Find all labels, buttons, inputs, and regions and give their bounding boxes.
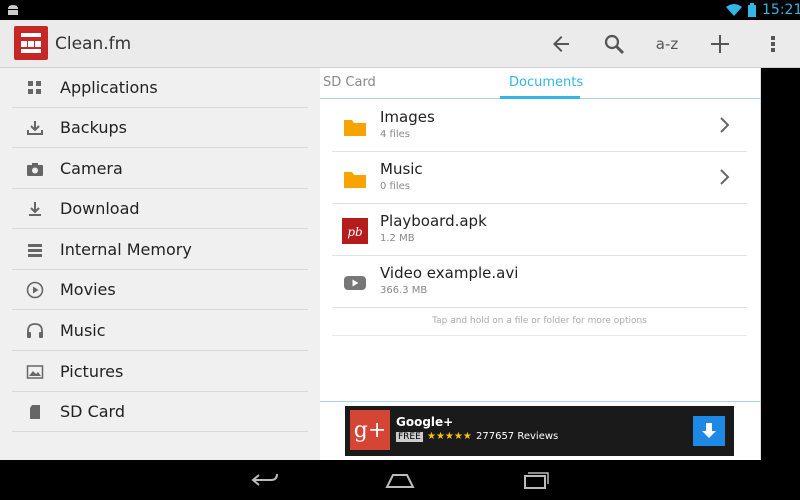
storage-icon: [26, 241, 44, 259]
ad-free-badge: FREE: [396, 432, 423, 442]
sidebar-item-label: Download: [60, 199, 140, 218]
search-icon: [604, 34, 625, 55]
wifi-icon: [726, 4, 742, 16]
tab-sd-card[interactable]: SD Card: [323, 75, 376, 90]
camera-icon: [26, 160, 44, 178]
ad-rating-stars: ★★★★★: [427, 431, 472, 442]
sidebar-item-label: Internal Memory: [60, 240, 192, 259]
backup-icon: [26, 119, 44, 137]
sort-button[interactable]: a-z: [651, 28, 683, 60]
hint-text: Tap and hold on a file or folder for mor…: [332, 306, 747, 336]
file-name: Playboard.apk: [380, 212, 487, 230]
recents-icon: [524, 472, 549, 489]
sort-label: a-z: [655, 35, 679, 53]
ad-banner[interactable]: g+ Google+ FREE ★★★★★ 277657 Reviews: [345, 406, 734, 456]
sidebar-item-label: Applications: [60, 78, 158, 97]
status-bar: 15:21: [0, 0, 800, 20]
file-row-images[interactable]: Images 4 files: [332, 100, 747, 152]
add-button[interactable]: [704, 28, 736, 60]
action-bar: Clean.fm a-z: [0, 20, 800, 68]
sidebar: Applications Backups Camera Download Int…: [0, 68, 320, 460]
sidebar-item-sd-card[interactable]: SD Card: [12, 392, 308, 432]
video-icon: [344, 276, 366, 290]
play-icon: [26, 281, 44, 299]
tab-documents-label: Documents: [509, 75, 584, 90]
sidebar-item-camera[interactable]: Camera: [12, 149, 308, 189]
battery-icon: [748, 3, 756, 17]
file-detail: 0 files: [380, 181, 410, 192]
more-vert-icon: [771, 36, 775, 52]
sidebar-item-label: Movies: [60, 280, 116, 299]
nav-home-button[interactable]: [380, 468, 420, 492]
search-button[interactable]: [598, 28, 630, 60]
android-icon: [8, 5, 18, 15]
chevron-right-icon: [720, 169, 730, 185]
clock: 15:21: [762, 2, 800, 18]
file-row-playboard[interactable]: pb Playboard.apk 1.2 MB: [332, 204, 747, 256]
file-row-video[interactable]: Video example.avi 366.3 MB: [332, 256, 747, 308]
tab-documents[interactable]: Documents: [500, 68, 584, 99]
app-title: Clean.fm: [55, 34, 132, 54]
sidebar-item-music[interactable]: Music: [12, 311, 308, 351]
apk-icon: pb: [342, 218, 368, 244]
file-detail: 1.2 MB: [380, 233, 415, 244]
app-logo-icon[interactable]: [14, 26, 48, 60]
file-name: Music: [380, 160, 423, 178]
back-button[interactable]: [545, 28, 577, 60]
system-nav-bar: [0, 460, 800, 500]
folder-icon: [344, 120, 366, 136]
sidebar-item-label: SD Card: [60, 402, 125, 421]
headphones-icon: [26, 322, 44, 340]
nav-recents-button[interactable]: [515, 468, 555, 492]
svg-text:pb: pb: [347, 225, 362, 239]
file-panel: SD Card Documents Images 4 files Music 0…: [320, 68, 761, 460]
grid-icon: [26, 79, 44, 97]
ad-divider: [320, 401, 761, 402]
file-detail: 366.3 MB: [380, 285, 428, 296]
sidebar-item-movies[interactable]: Movies: [12, 270, 308, 310]
nav-back-button[interactable]: [245, 468, 285, 492]
tab-bar: SD Card Documents: [320, 68, 761, 99]
overflow-menu-button[interactable]: [757, 28, 789, 60]
sidebar-item-label: Camera: [60, 159, 123, 178]
sidebar-item-download[interactable]: Download: [12, 189, 308, 229]
sidebar-item-label: Pictures: [60, 362, 124, 381]
file-detail: 4 files: [380, 129, 410, 140]
ad-reviews: 277657 Reviews: [476, 431, 559, 442]
google-plus-icon: g+: [350, 410, 390, 450]
ad-app-name: Google+: [396, 415, 454, 429]
sidebar-item-backups[interactable]: Backups: [12, 108, 308, 148]
arrow-left-icon: [553, 36, 569, 52]
plus-icon: [711, 35, 729, 53]
sidebar-item-applications[interactable]: Applications: [12, 68, 308, 108]
download-icon: [26, 200, 44, 218]
folder-icon: [344, 172, 366, 188]
sdcard-icon: [26, 403, 44, 421]
sidebar-item-label: Music: [60, 321, 106, 340]
back-icon: [251, 473, 278, 486]
download-arrow-icon: [702, 423, 716, 438]
picture-icon: [26, 363, 44, 381]
chevron-right-icon: [720, 117, 730, 133]
sidebar-item-pictures[interactable]: Pictures: [12, 352, 308, 392]
sidebar-item-internal-memory[interactable]: Internal Memory: [12, 230, 308, 270]
file-row-music[interactable]: Music 0 files: [332, 152, 747, 204]
home-icon: [385, 474, 415, 488]
sidebar-item-label: Backups: [60, 118, 127, 137]
file-name: Images: [380, 108, 435, 126]
file-name: Video example.avi: [380, 264, 519, 282]
ad-download-button[interactable]: [693, 416, 725, 446]
